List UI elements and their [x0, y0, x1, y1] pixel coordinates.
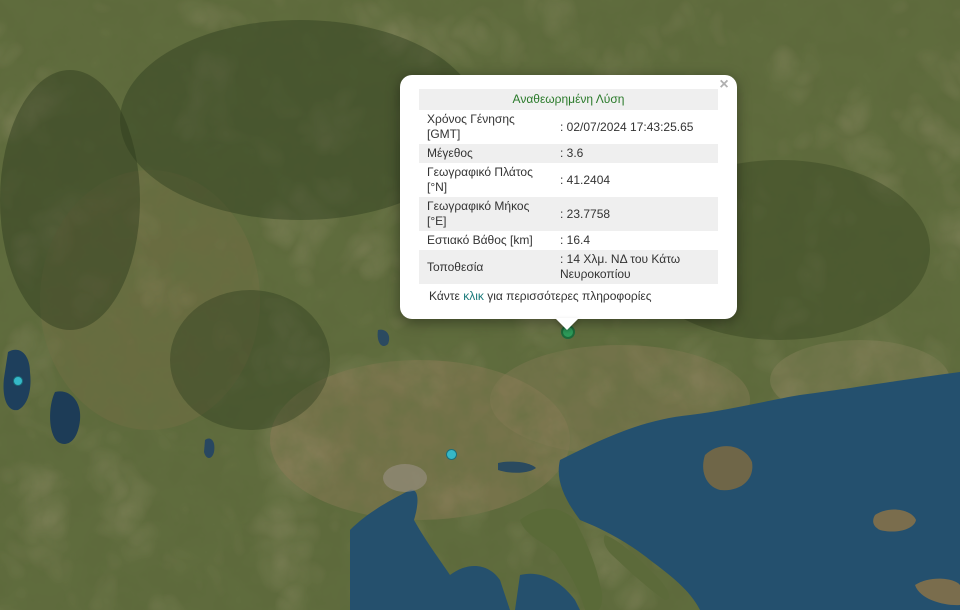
more-info-link[interactable]: κλικ [463, 289, 484, 303]
row-value: : 3.6 [552, 144, 718, 163]
table-row: Γεωγραφικό Μήκος [°E] : 23.7758 [419, 197, 718, 231]
close-icon[interactable]: × [717, 77, 731, 93]
table-row: Μέγεθος : 3.6 [419, 144, 718, 163]
table-row: Εστιακό Βάθος [km] : 16.4 [419, 231, 718, 250]
popup-footer: Κάντε κλικ για περισσότερες πληροφορίες [429, 289, 652, 303]
row-value: : 16.4 [560, 233, 591, 247]
row-value: : 02/07/2024 17:43:25.65 [560, 119, 694, 134]
table-row: Τοποθεσία : 14 Χλμ. ΝΔ του Κάτω Νευροκοπ… [419, 250, 718, 284]
row-value: : 14 Χλμ. ΝΔ του Κάτω Νευροκοπίου [552, 250, 718, 284]
earthquake-info-table: Αναθεωρημένη Λύση Χρόνος Γένησης [GMT] :… [419, 89, 718, 284]
earthquake-info-popup: × Αναθεωρημένη Λύση Χρόνος Γένησης [GMT]… [400, 75, 737, 319]
row-key: Γεωγραφικό Μήκος [°E] [419, 197, 552, 231]
row-value: : 41.2404 [560, 172, 611, 187]
earthquake-marker[interactable] [446, 449, 457, 460]
footer-text-after: για περισσότερες πληροφορίες [483, 289, 652, 303]
row-key: Τοποθεσία [419, 250, 552, 284]
row-value: : 23.7758 [552, 197, 718, 231]
row-key: Μέγεθος [419, 144, 552, 163]
earthquake-marker[interactable] [13, 376, 23, 386]
table-row: Χρόνος Γένησης [GMT] : 02/07/2024 17:43:… [419, 110, 718, 144]
row-key: Γεωγραφικό Πλάτος [°N] [427, 165, 533, 194]
popup-tip [555, 318, 579, 330]
table-row: Γεωγραφικό Πλάτος [°N] : 41.2404 [419, 163, 718, 197]
popup-title: Αναθεωρημένη Λύση [419, 89, 718, 110]
row-key: Χρόνος Γένησης [GMT] [427, 112, 515, 141]
row-key: Εστιακό Βάθος [km] [427, 233, 533, 247]
footer-text-before: Κάντε [429, 289, 464, 303]
